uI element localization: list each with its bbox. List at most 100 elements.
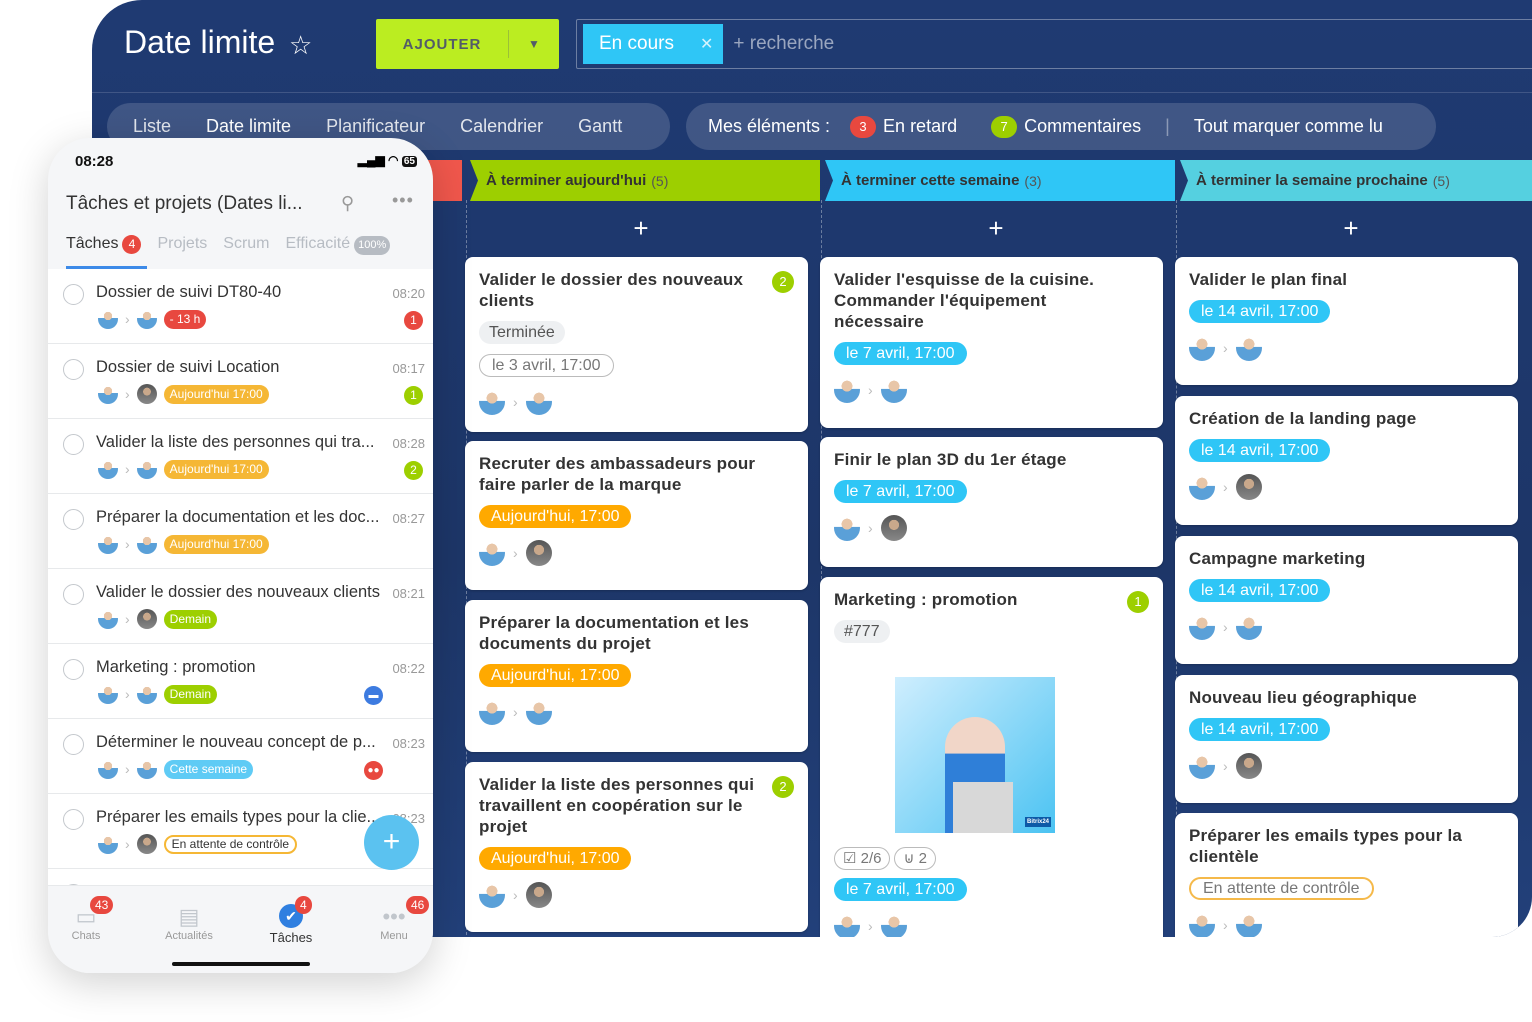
tag-chip[interactable]: #777 [834, 620, 890, 643]
complete-checkbox[interactable] [63, 509, 84, 530]
task-title[interactable]: Préparer la documentation et les doc... [96, 508, 379, 527]
card-title[interactable]: Campagne marketing [1189, 548, 1469, 569]
tab-list[interactable]: Liste [133, 116, 171, 137]
tab-planner[interactable]: Planificateur [326, 116, 425, 137]
task-card[interactable]: Préparer la documentation et les documen… [465, 600, 808, 752]
add-card-button[interactable]: + [626, 213, 656, 244]
task-title[interactable]: Valider le dossier des nouveaux clients [96, 583, 380, 602]
files-counter[interactable]: ⊍ 2 [894, 847, 936, 870]
avatar[interactable] [834, 515, 860, 541]
complete-checkbox[interactable] [63, 284, 84, 305]
tab-gantt[interactable]: Gantt [578, 116, 622, 137]
avatar[interactable] [525, 699, 552, 725]
avatar[interactable] [525, 540, 552, 566]
task-row[interactable]: Valider la liste des personnes qui tra..… [48, 419, 433, 494]
task-row[interactable]: Dossier de suivi Location 08:17 › Aujourd'h… [48, 344, 433, 419]
complete-checkbox[interactable] [63, 434, 84, 455]
card-title[interactable]: Valider l'esquisse de la cuisine. Comman… [834, 269, 1114, 332]
task-card[interactable]: Campagne marketing le 14 avril, 17:00 › [1175, 536, 1518, 664]
avatar[interactable] [1189, 614, 1215, 640]
task-row[interactable]: Marketing : promotion 08:22 › Demain ▬ [48, 644, 433, 719]
task-title[interactable]: Préparer les emails types pour la clie..… [96, 808, 380, 827]
card-title[interactable]: Valider la liste des personnes qui trava… [479, 774, 759, 837]
card-title[interactable]: Finir le plan 3D du 1er étage [834, 449, 1114, 470]
complete-checkbox[interactable] [63, 659, 84, 680]
search-icon[interactable]: ⚲ [341, 193, 354, 214]
avatar[interactable] [479, 540, 505, 566]
card-title[interactable]: Préparer la documentation et les documen… [479, 612, 759, 654]
avatar[interactable] [525, 389, 552, 415]
nav-item-news[interactable]: ▤ Actualités [149, 904, 229, 942]
avatar[interactable] [1235, 614, 1262, 640]
card-title[interactable]: Marketing : promotion [834, 589, 1114, 610]
task-row[interactable]: Déterminer le nouveau concept de p... 08:… [48, 719, 433, 794]
task-card[interactable]: Valider le dossier des nouveaux clients 2… [465, 257, 808, 432]
avatar[interactable] [1235, 474, 1262, 500]
card-title[interactable]: Préparer les emails types pour la client… [1189, 825, 1469, 867]
task-card[interactable]: Recruter des ambassadeurs pour faire par… [465, 441, 808, 590]
deadline-badge[interactable]: le 14 avril, 17:00 [1189, 300, 1331, 323]
deadline-badge[interactable]: le 7 avril, 17:00 [834, 342, 967, 365]
attachment-image[interactable]: Bitrix24 [895, 677, 1055, 833]
avatar[interactable] [1235, 753, 1262, 779]
add-card-button[interactable]: + [981, 213, 1011, 244]
card-title[interactable]: Valider le plan final [1189, 269, 1469, 290]
deadline-badge[interactable]: le 7 avril, 17:00 [834, 480, 967, 503]
task-title[interactable]: Dossier de suivi DT80-40 [96, 283, 281, 302]
deadline-badge[interactable]: le 14 avril, 17:00 [1189, 579, 1331, 602]
avatar[interactable] [1189, 912, 1215, 937]
complete-checkbox[interactable] [63, 359, 84, 380]
complete-checkbox[interactable] [63, 734, 84, 755]
avatar[interactable] [1235, 912, 1262, 937]
task-row[interactable]: Dossier de suivi DT80-40 08:20 › - 13 h 1 [48, 269, 433, 344]
task-row[interactable]: Préparer la documentation et les doc... 0… [48, 494, 433, 569]
task-card[interactable]: Nouveau lieu géographique le 14 avril, 17… [1175, 675, 1518, 803]
task-card[interactable]: Finir le plan 3D du 1er étage le 7 avril,… [820, 437, 1163, 567]
tab-projects[interactable]: Projets [157, 235, 207, 255]
mark-all-read-button[interactable]: Tout marquer comme lu [1194, 116, 1383, 137]
deadline-badge[interactable]: Aujourd'hui, 17:00 [479, 847, 632, 870]
checklist-counter[interactable]: ☑ 2/6 [834, 847, 891, 870]
add-task-button[interactable]: + [364, 815, 419, 870]
task-card[interactable]: Création de la landing page le 14 avril, … [1175, 396, 1518, 525]
avatar[interactable] [834, 377, 860, 403]
nav-item-more[interactable]: ••• Menu 46 [354, 896, 433, 942]
avatar[interactable] [479, 389, 505, 415]
task-card[interactable]: Valider la liste des personnes qui trava… [465, 762, 808, 932]
deadline-badge[interactable]: Aujourd'hui, 17:00 [479, 505, 632, 528]
complete-checkbox[interactable] [63, 584, 84, 605]
task-card[interactable]: Préparer les emails types pour la client… [1175, 813, 1518, 937]
avatar[interactable] [1189, 753, 1215, 779]
task-title[interactable]: Déterminer le nouveau concept de p... [96, 733, 376, 752]
avatar[interactable] [1189, 335, 1215, 361]
avatar[interactable] [880, 913, 907, 937]
task-title[interactable]: Dossier de suivi Location [96, 358, 279, 377]
card-title[interactable]: Création de la landing page [1189, 408, 1469, 429]
add-label[interactable]: AJOUTER [376, 36, 508, 53]
avatar[interactable] [479, 882, 505, 908]
filter-chip[interactable]: En cours ✕ [583, 24, 724, 64]
avatar[interactable] [834, 913, 860, 937]
overdue-filter[interactable]: En retard [883, 116, 957, 137]
task-title[interactable]: Marketing : promotion [96, 658, 256, 677]
card-title[interactable]: Recruter des ambassadeurs pour faire par… [479, 453, 759, 495]
tab-deadline[interactable]: Date limite [206, 116, 291, 137]
task-row[interactable]: Valider le dossier des nouveaux clients 0… [48, 569, 433, 644]
avatar[interactable] [525, 882, 552, 908]
task-card[interactable]: Marketing : promotion 1 #777 Bitrix24 ☑ 2/6 ⊍… [820, 577, 1163, 937]
comments-filter[interactable]: Commentaires [1024, 116, 1141, 137]
complete-checkbox[interactable] [63, 809, 84, 830]
tab-efficiency[interactable]: Efficacité 100% [286, 235, 391, 255]
avatar[interactable] [880, 515, 907, 541]
nav-item-check[interactable]: ✔ Tâches 4 [251, 896, 331, 945]
search-bar[interactable]: En cours ✕ + recherche [576, 19, 1532, 69]
chevron-down-icon[interactable]: ▼ [509, 37, 559, 51]
tab-calendar[interactable]: Calendrier [460, 116, 543, 137]
deadline-badge[interactable]: En attente de contrôle [1189, 877, 1374, 900]
deadline-badge[interactable]: le 7 avril, 17:00 [834, 878, 967, 901]
more-icon[interactable]: ••• [392, 190, 414, 211]
search-input[interactable]: + recherche [733, 33, 834, 55]
avatar[interactable] [1189, 474, 1215, 500]
add-card-button[interactable]: + [1336, 213, 1366, 244]
deadline-badge[interactable]: le 14 avril, 17:00 [1189, 718, 1331, 741]
